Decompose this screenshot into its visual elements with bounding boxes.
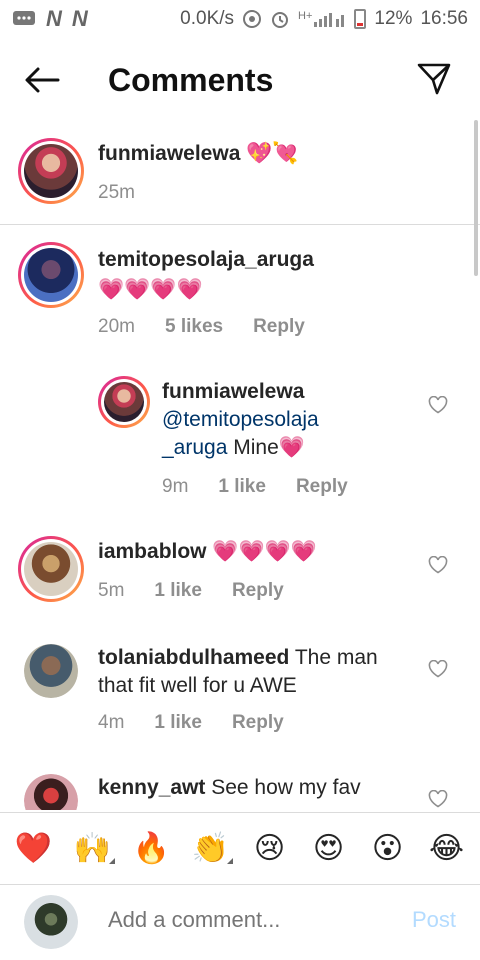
comment-text: The man — [289, 646, 378, 669]
comment-list[interactable]: funmiawelewa 💖💘 25m temitopesolaja_aruga… — [0, 118, 480, 810]
header: Comments — [0, 44, 480, 116]
mention-link-cont[interactable]: _aruga — [162, 436, 227, 459]
like-heart-icon[interactable] — [428, 660, 448, 678]
username[interactable]: temitopesolaja_aruga — [98, 248, 314, 271]
reply-button[interactable]: Reply — [296, 476, 348, 498]
username[interactable]: iambablow — [98, 540, 207, 563]
comment-time: 4m — [98, 712, 125, 733]
send-icon[interactable] — [416, 60, 452, 96]
raised-hands-emoji: 🙌 — [73, 832, 112, 865]
likes-count[interactable]: 5 likes — [165, 316, 223, 338]
comment-time: 25m — [98, 182, 135, 203]
comment-input[interactable] — [108, 907, 378, 933]
post-button[interactable]: Post — [412, 907, 456, 933]
comment-text: Mine💗 — [227, 436, 305, 459]
comment-text: 💖💘 — [246, 142, 299, 165]
fire-emoji-button[interactable]: 🔥 — [128, 831, 176, 866]
scrollbar[interactable] — [474, 120, 478, 276]
likes-count[interactable]: 1 like — [154, 712, 202, 734]
heart-emoji-button[interactable]: ❤️ — [10, 831, 58, 866]
comment-composer: Post — [0, 884, 480, 960]
clap-emoji: 👏 — [191, 832, 230, 865]
avatar[interactable] — [18, 138, 84, 204]
like-heart-icon[interactable] — [428, 396, 448, 414]
clock: 16:56 — [420, 8, 468, 29]
skin-tone-indicator — [226, 858, 233, 864]
likes-count[interactable]: 1 like — [218, 476, 266, 498]
reply-button[interactable]: Reply — [232, 712, 284, 734]
comment-text: See how my fav — [205, 776, 361, 799]
like-heart-icon[interactable] — [428, 790, 448, 808]
avatar[interactable] — [24, 644, 78, 698]
current-user-avatar — [24, 895, 78, 949]
n-notification-icon: N — [46, 6, 62, 31]
comment-text-cont: that fit well for u AWE — [98, 674, 297, 697]
username[interactable]: tolaniabdulhameed — [98, 646, 289, 669]
avatar[interactable] — [98, 376, 150, 428]
signal-icon: H+ — [298, 10, 346, 28]
comment-time: 20m — [98, 316, 135, 337]
avatar[interactable] — [18, 536, 84, 602]
reply-button[interactable]: Reply — [253, 316, 305, 338]
reply-button[interactable]: Reply — [232, 580, 284, 602]
divider — [0, 224, 480, 225]
username[interactable]: funmiawelewa — [162, 380, 304, 403]
like-heart-icon[interactable] — [428, 556, 448, 574]
comment-text: 💗💗💗💗 — [98, 278, 203, 301]
clap-emoji-button[interactable]: 👏 — [187, 831, 235, 866]
avatar[interactable] — [24, 774, 78, 810]
status-bar: N N 0.0K/s H+ 12% 16:56 — [0, 0, 480, 38]
raised-hands-emoji-button[interactable]: 🙌 — [69, 831, 117, 866]
mention-link[interactable]: @temitopesolaja — [162, 408, 319, 431]
battery-percentage: 12% — [374, 8, 413, 29]
network-speed: 0.0K/s — [180, 8, 235, 29]
username[interactable]: funmiawelewa — [98, 142, 240, 165]
signal-type-label: H+ — [298, 10, 313, 22]
back-arrow-icon[interactable] — [22, 64, 62, 96]
comment-time: 9m — [162, 476, 189, 497]
message-icon — [12, 10, 36, 28]
surprised-emoji-button[interactable]: 😮 — [364, 831, 412, 866]
alarm-icon — [270, 9, 290, 29]
laughing-emoji-button[interactable]: 😂 — [423, 831, 471, 866]
avatar[interactable] — [18, 242, 84, 308]
skin-tone-indicator — [108, 858, 115, 864]
n-notification-icon-2: N — [71, 6, 88, 31]
hotspot-icon — [242, 9, 262, 29]
emoji-quick-bar: ❤️ 🙌 🔥 👏 😢 😍 😮 😂 — [0, 812, 480, 884]
battery-icon — [354, 9, 367, 29]
comment-text: 💗💗💗💗 — [212, 540, 317, 563]
crying-emoji-button[interactable]: 😢 — [246, 831, 294, 866]
comment-time: 5m — [98, 580, 125, 601]
likes-count[interactable]: 1 like — [154, 580, 202, 602]
page-title: Comments — [108, 62, 274, 98]
username[interactable]: kenny_awt — [98, 776, 205, 799]
heart-eyes-emoji-button[interactable]: 😍 — [305, 831, 353, 866]
